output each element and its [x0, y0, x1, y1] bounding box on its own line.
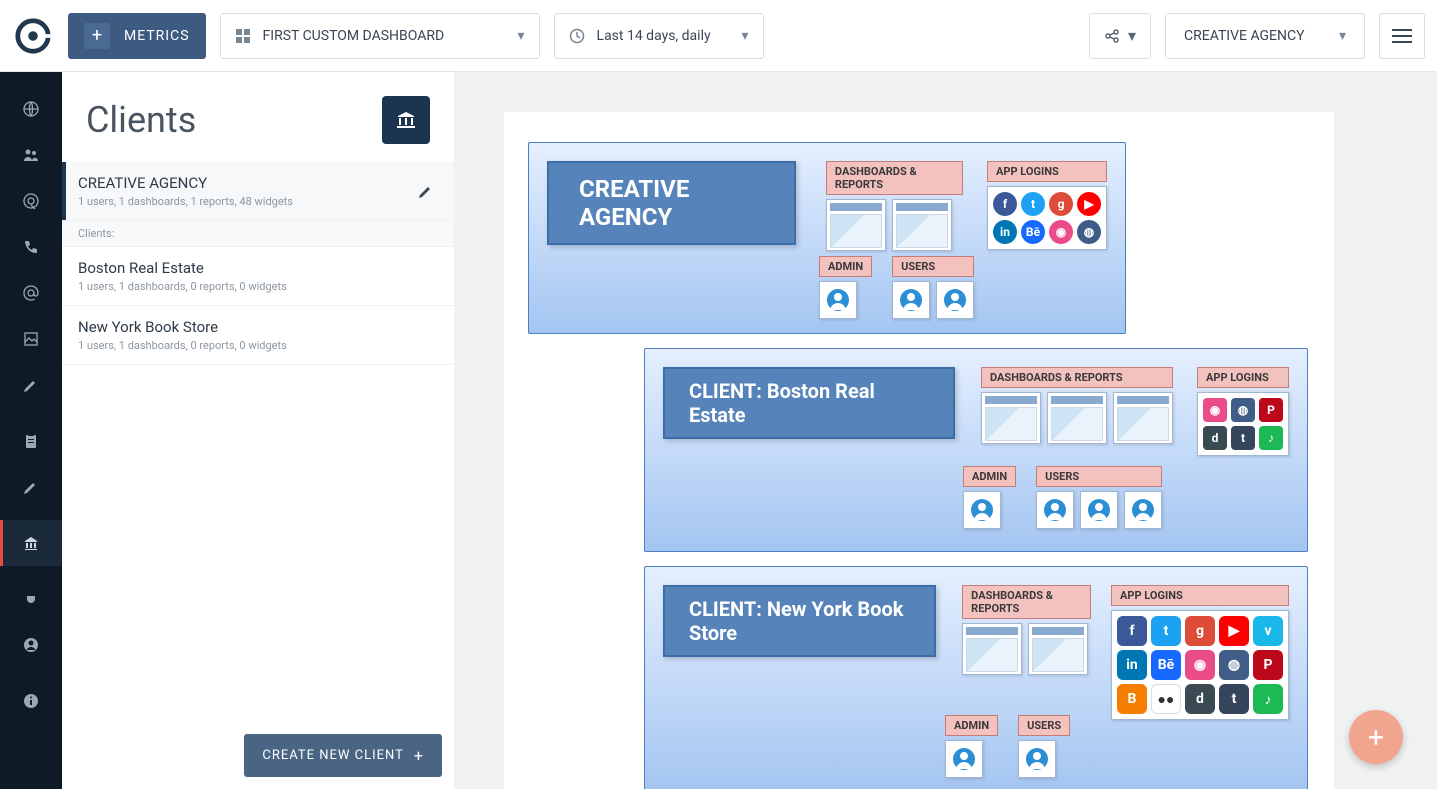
client-name: New York Book Store: [78, 318, 434, 336]
nav-info[interactable]: [0, 678, 62, 724]
nav-plug[interactable]: [0, 576, 62, 622]
tag-admin: ADMIN: [945, 715, 998, 736]
client-name: Boston Real Estate: [78, 259, 434, 277]
client-meta: 1 users, 1 dashboards, 0 reports, 0 widg…: [78, 280, 434, 293]
chevron-down-icon: ▾: [518, 28, 525, 44]
tag-users: USERS: [1018, 715, 1070, 736]
nav-at[interactable]: [0, 270, 62, 316]
plus-icon: +: [1368, 721, 1384, 754]
dashboard-thumb: [981, 392, 1041, 444]
main-canvas-wrap: CREATIVE AGENCY DASHBOARDS & REPORTS APP…: [454, 72, 1437, 789]
agency-label: CREATIVE AGENCY: [1184, 28, 1305, 44]
user-icon: [892, 281, 930, 319]
dashboard-thumb: [826, 199, 886, 251]
dashboard-thumb: [892, 199, 952, 251]
tag-admin: ADMIN: [963, 466, 1016, 487]
chevron-down-icon: ▾: [1128, 26, 1136, 45]
nav-users[interactable]: [0, 132, 62, 178]
clients-panel: Clients CREATIVE AGENCY 1 users, 1 dashb…: [62, 72, 454, 789]
daterange-label: Last 14 days, daily: [597, 28, 711, 44]
client-item[interactable]: New York Book Store 1 users, 1 dashboard…: [62, 306, 454, 365]
diagram-card-client-boston: CLIENT: Boston Real Estate DASHBOARDS & …: [644, 348, 1308, 552]
user-icon: [1124, 491, 1162, 529]
diagram-canvas: CREATIVE AGENCY DASHBOARDS & REPORTS APP…: [504, 112, 1334, 789]
bank-icon: [396, 111, 416, 129]
card-title: CLIENT: Boston Real Estate: [663, 367, 955, 439]
nav-pencil[interactable]: [0, 362, 62, 408]
user-icon: [1080, 491, 1118, 529]
create-client-button[interactable]: CREATE NEW CLIENT +: [244, 734, 442, 777]
tag-dashboards-reports: DASHBOARDS & REPORTS: [826, 161, 963, 195]
tag-users: USERS: [1036, 466, 1162, 487]
metrics-button[interactable]: + METRICS: [68, 13, 206, 59]
share-icon: [1104, 28, 1120, 44]
user-admin-icon: [945, 740, 983, 778]
client-name: CREATIVE AGENCY: [78, 174, 434, 192]
dashboard-thumb: [962, 623, 1022, 675]
dashboard-thumb: [1028, 623, 1088, 675]
nav-globe[interactable]: [0, 86, 62, 132]
metrics-label: METRICS: [124, 28, 190, 44]
user-icon: [1018, 740, 1056, 778]
tag-app-logins: APP LOGINS: [1111, 585, 1289, 606]
nav-clipboard[interactable]: [0, 418, 62, 464]
nav-rail: [0, 72, 62, 789]
pencil-icon[interactable]: [418, 183, 434, 199]
client-meta: 1 users, 1 dashboards, 0 reports, 0 widg…: [78, 339, 434, 352]
create-client-label: CREATE NEW CLIENT: [262, 748, 404, 763]
plus-icon: +: [84, 23, 110, 49]
app-login-grid: f t g ▶ v in Bē ◉ ◍ P: [1111, 610, 1289, 720]
app-logo: [12, 15, 54, 57]
nav-target[interactable]: [0, 178, 62, 224]
user-icon: [1036, 491, 1074, 529]
tag-admin: ADMIN: [819, 256, 872, 277]
section-label: Clients:: [62, 221, 454, 247]
dashboard-thumb: [1113, 392, 1173, 444]
client-meta: 1 users, 1 dashboards, 1 reports, 48 wid…: [78, 195, 434, 208]
diagram-card-client-nybook: CLIENT: New York Book Store DASHBOARDS &…: [644, 566, 1308, 789]
diagram-card-agency: CREATIVE AGENCY DASHBOARDS & REPORTS APP…: [528, 142, 1126, 334]
client-item-active[interactable]: CREATIVE AGENCY 1 users, 1 dashboards, 1…: [62, 162, 454, 221]
user-icon: [936, 281, 974, 319]
app-login-grid: ◉ ◍ P d t ♪: [1197, 392, 1289, 456]
grid-icon: [235, 28, 251, 44]
tag-dashboards-reports: DASHBOARDS & REPORTS: [962, 585, 1091, 619]
fab-add-button[interactable]: +: [1349, 710, 1403, 764]
user-admin-icon: [963, 491, 1001, 529]
chevron-down-icon: ▾: [1339, 28, 1346, 44]
nav-clients[interactable]: [0, 520, 62, 566]
agency-dropdown[interactable]: CREATIVE AGENCY ▾: [1165, 13, 1365, 59]
hamburger-icon: [1392, 28, 1412, 44]
dashboard-dropdown[interactable]: FIRST CUSTOM DASHBOARD ▾: [220, 13, 540, 59]
user-admin-icon: [819, 281, 857, 319]
tag-app-logins: APP LOGINS: [987, 161, 1107, 182]
plus-icon: +: [414, 746, 424, 765]
nav-edit[interactable]: [0, 464, 62, 510]
nav-phone[interactable]: [0, 224, 62, 270]
tag-app-logins: APP LOGINS: [1197, 367, 1289, 388]
panel-icon-button[interactable]: [382, 96, 430, 144]
clock-icon: [569, 28, 585, 44]
tag-users: USERS: [892, 256, 974, 277]
dashboard-name: FIRST CUSTOM DASHBOARD: [263, 28, 445, 44]
panel-title: Clients: [86, 99, 196, 141]
share-dropdown[interactable]: ▾: [1089, 13, 1151, 59]
chevron-down-icon: ▾: [742, 28, 749, 44]
card-title: CREATIVE AGENCY: [547, 161, 796, 245]
daterange-dropdown[interactable]: Last 14 days, daily ▾: [554, 13, 764, 59]
app-login-grid: f t g ▶ in Bē ◉ ◍: [987, 186, 1107, 250]
tag-dashboards-reports: DASHBOARDS & REPORTS: [981, 367, 1173, 388]
top-header: + METRICS FIRST CUSTOM DASHBOARD ▾ Last …: [0, 0, 1437, 72]
main-menu-button[interactable]: [1379, 13, 1425, 59]
client-item[interactable]: Boston Real Estate 1 users, 1 dashboards…: [62, 247, 454, 306]
card-title: CLIENT: New York Book Store: [663, 585, 936, 657]
dashboard-thumb: [1047, 392, 1107, 444]
nav-account[interactable]: [0, 622, 62, 668]
nav-image[interactable]: [0, 316, 62, 362]
